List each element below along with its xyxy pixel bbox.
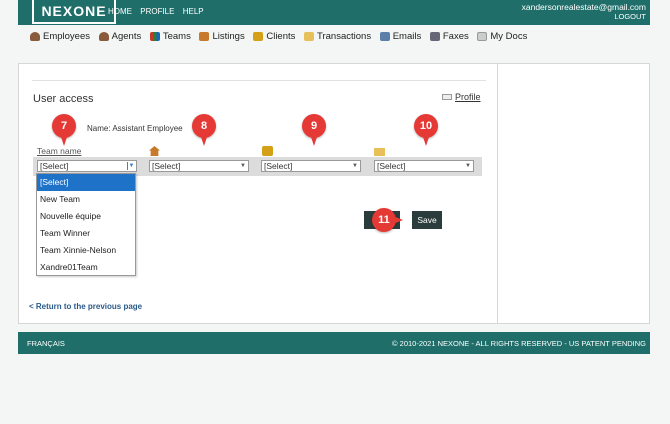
docs-icon	[477, 32, 488, 41]
transactions-select-value: [Select]	[377, 161, 406, 171]
clients-select[interactable]: [Select] ▼	[261, 160, 361, 172]
divider	[32, 80, 486, 81]
profile-icon	[442, 94, 452, 100]
nav-listings[interactable]: Listings	[199, 31, 245, 42]
step-marker-8: 8	[192, 114, 216, 146]
team-dropdown-list: [Select] New Team Nouvelle équipe Team W…	[36, 173, 136, 276]
dropdown-option[interactable]: Nouvelle équipe	[37, 208, 135, 225]
main-nav: Employees Agents Teams Listings Clients …	[30, 31, 533, 44]
right-panel	[497, 63, 650, 324]
clients-select-value: [Select]	[264, 161, 293, 171]
teams-icon	[149, 32, 160, 41]
team-select[interactable]: [Select] ▼	[37, 160, 137, 172]
top-nav: HOME PROFILE HELP	[108, 7, 210, 16]
nav-label: Teams	[162, 31, 191, 42]
employees-icon	[30, 32, 40, 41]
nav-label: My Docs	[490, 31, 528, 42]
nav-home-link[interactable]: HOME	[108, 7, 132, 16]
nav-label: Employees	[43, 31, 90, 42]
user-email: xandersonrealestate@gmail.com	[521, 2, 646, 12]
page-title: User access	[33, 93, 94, 105]
nav-employees[interactable]: Employees	[30, 31, 90, 42]
nav-transactions[interactable]: Transactions	[304, 31, 371, 42]
nav-label: Agents	[111, 31, 142, 42]
dropdown-option[interactable]: Xandre01Team	[37, 259, 135, 276]
nav-emails[interactable]: Emails	[379, 31, 422, 42]
nav-clients[interactable]: Clients	[253, 31, 295, 42]
nav-profile-link[interactable]: PROFILE	[140, 7, 174, 16]
listings-icon	[199, 32, 210, 41]
chevron-down-icon: ▼	[240, 163, 246, 169]
employee-name: Name: Assistant Employee	[87, 124, 183, 133]
nav-teams[interactable]: Teams	[149, 31, 191, 42]
copyright: © 2010-2021 NEXONE - ALL RIGHTS RESERVED…	[392, 339, 646, 348]
nav-label: Transactions	[317, 31, 372, 42]
dropdown-option[interactable]: [Select]	[37, 174, 135, 191]
nav-label: Emails	[392, 31, 422, 42]
nav-label: Faxes	[442, 31, 469, 42]
transactions-select[interactable]: [Select] ▼	[374, 160, 474, 172]
logout-link[interactable]: LOGOUT	[614, 12, 646, 21]
nav-label: Clients	[266, 31, 296, 42]
nav-agents[interactable]: Agents	[98, 31, 142, 42]
email-icon	[379, 32, 390, 41]
chevron-down-icon: ▼	[465, 163, 471, 169]
nav-my-docs[interactable]: My Docs	[477, 31, 527, 42]
fax-icon	[429, 32, 440, 41]
footer: FRANÇAIS © 2010-2021 NEXONE - ALL RIGHTS…	[18, 332, 650, 354]
listings-select-value: [Select]	[152, 161, 181, 171]
step-marker-11: 11	[372, 208, 403, 232]
listings-select[interactable]: [Select] ▼	[149, 160, 249, 172]
step-marker-10: 10	[414, 114, 438, 146]
agents-icon	[98, 32, 109, 41]
dropdown-option[interactable]: Team Xinnie-Nelson	[37, 242, 135, 259]
chevron-down-icon: ▼	[352, 163, 358, 169]
nav-faxes[interactable]: Faxes	[429, 31, 469, 42]
language-link[interactable]: FRANÇAIS	[27, 339, 65, 348]
save-button[interactable]: Save	[412, 211, 442, 229]
step-marker-7: 7	[52, 114, 76, 146]
nexone-logo[interactable]: NEXONE	[32, 0, 116, 24]
team-name-header[interactable]: Team name	[37, 146, 81, 156]
chevron-down-icon: ▼	[127, 162, 135, 170]
team-select-value: [Select]	[40, 161, 69, 171]
profile-link-label: Profile	[455, 92, 481, 102]
folder-header-icon	[374, 148, 385, 156]
step-marker-9: 9	[302, 114, 326, 146]
clients-header-icon	[262, 146, 273, 156]
profile-link[interactable]: Profile	[442, 92, 481, 102]
dropdown-option[interactable]: New Team	[37, 191, 135, 208]
nav-help-link[interactable]: HELP	[183, 7, 204, 16]
top-bar: NEXONE HOME PROFILE HELP xandersonreales…	[18, 0, 650, 25]
dropdown-option[interactable]: Team Winner	[37, 225, 135, 242]
return-link[interactable]: < Return to the previous page	[29, 302, 142, 311]
clients-icon	[253, 32, 264, 41]
nav-label: Listings	[212, 31, 245, 42]
folder-icon	[304, 32, 315, 41]
